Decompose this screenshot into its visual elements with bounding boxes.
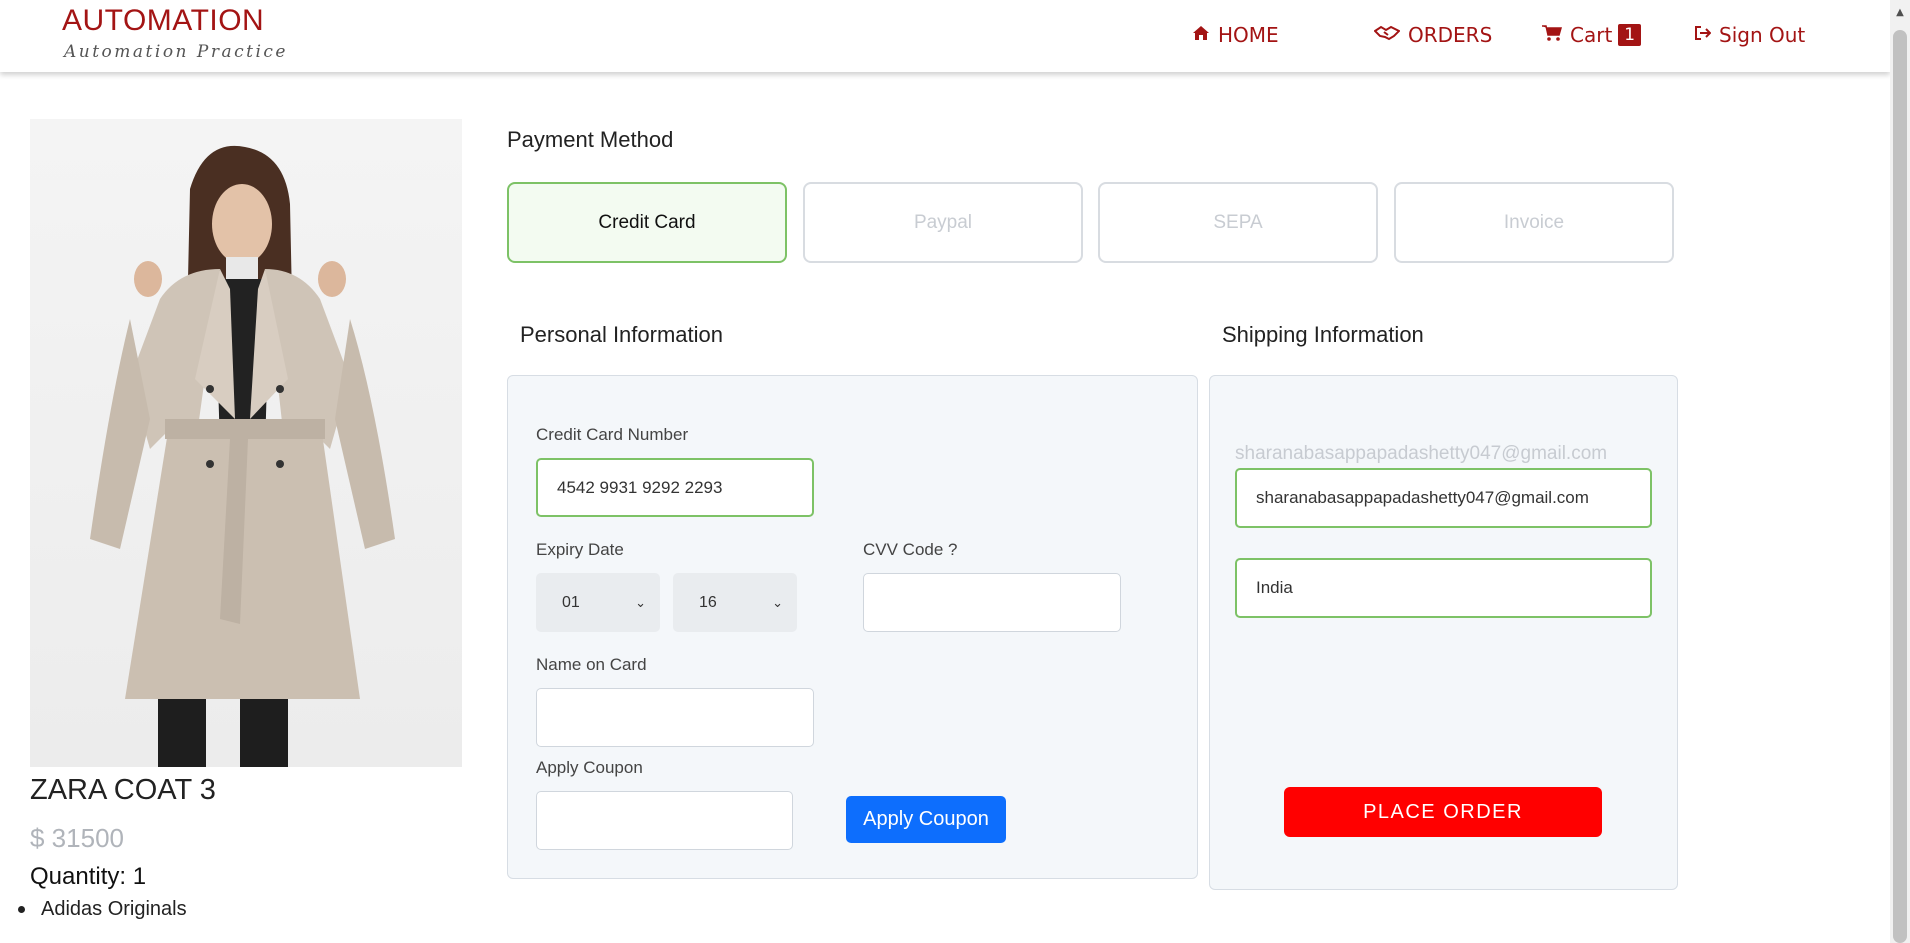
product-price: $ 31500 [30, 823, 124, 853]
name-on-card-input[interactable] [536, 688, 814, 747]
apply-coupon-button[interactable]: Apply Coupon [846, 796, 1006, 843]
expiry-month-value: 01 [562, 593, 580, 611]
product-feature-item: Adidas Originals [18, 898, 187, 921]
personal-info-title: Personal Information [520, 322, 723, 347]
place-order-button[interactable]: PLACE ORDER [1284, 787, 1602, 837]
payment-method-label: SEPA [1213, 211, 1263, 233]
payment-method-label: Invoice [1503, 211, 1565, 233]
apply-coupon-label: Apply Coupon [536, 758, 643, 777]
cvv-input[interactable] [863, 573, 1121, 632]
brand-tagline: Automation Practice [64, 42, 288, 62]
shipping-email-label: sharanabasappapadashetty047@gmail.com [1235, 443, 1608, 464]
nav-home[interactable]: HOME [1192, 20, 1279, 50]
card-number-label: Credit Card Number [536, 425, 689, 444]
sign-out-icon [1694, 25, 1712, 46]
handshake-icon [1373, 25, 1401, 46]
shipping-info-title: Shipping Information [1222, 322, 1424, 347]
nav-cart[interactable]: Cart 1 [1542, 20, 1642, 50]
payment-method-credit-card[interactable]: Credit Card [507, 182, 787, 263]
brand-title[interactable]: AUTOMATION [62, 4, 264, 38]
country-input[interactable]: India [1235, 558, 1652, 618]
scroll-up-icon[interactable]: ▲ [1893, 4, 1907, 22]
nav-orders[interactable]: ORDERS [1373, 20, 1493, 50]
payment-method-label: Credit Card [598, 211, 696, 233]
payment-method-label: Paypal [913, 211, 973, 233]
coupon-input[interactable] [536, 791, 793, 850]
product-feature-label: Adidas Originals [41, 898, 187, 920]
cart-count-badge: 1 [1618, 24, 1642, 46]
product-quantity: Quantity: 1 [30, 863, 147, 890]
product-image [30, 119, 462, 767]
payment-method-paypal[interactable]: Paypal [803, 182, 1083, 263]
payment-method-title: Payment Method [507, 127, 674, 152]
chevron-down-icon: ⌄ [635, 594, 646, 610]
product-name: ZARA COAT 3 [30, 774, 216, 806]
nav-sign-out-label: Sign Out [1719, 23, 1806, 47]
payment-method-sepa[interactable]: SEPA [1098, 182, 1378, 263]
cart-icon [1542, 24, 1562, 46]
expiry-date-label: Expiry Date [536, 540, 624, 559]
name-on-card-label: Name on Card [536, 655, 647, 674]
card-number-input[interactable]: 4542 9931 9292 2293 [536, 458, 814, 517]
home-icon [1192, 25, 1210, 46]
expiry-year-select[interactable]: 16 ⌄ [673, 573, 797, 632]
nav-cart-label: Cart [1570, 23, 1613, 47]
nav-home-label: HOME [1218, 23, 1279, 47]
nav-orders-label: ORDERS [1408, 23, 1493, 47]
shipping-email-input[interactable]: sharanabasappapadashetty047@gmail.com [1235, 468, 1652, 528]
payment-method-invoice[interactable]: Invoice [1394, 182, 1674, 263]
expiry-month-select[interactable]: 01 ⌄ [536, 573, 660, 632]
chevron-down-icon: ⌄ [772, 594, 783, 610]
expiry-year-value: 16 [699, 593, 717, 611]
scrollbar-thumb[interactable] [1893, 30, 1907, 943]
cvv-label: CVV Code ? [863, 540, 958, 559]
nav-sign-out[interactable]: Sign Out [1694, 20, 1805, 50]
bullet-icon [18, 906, 25, 913]
